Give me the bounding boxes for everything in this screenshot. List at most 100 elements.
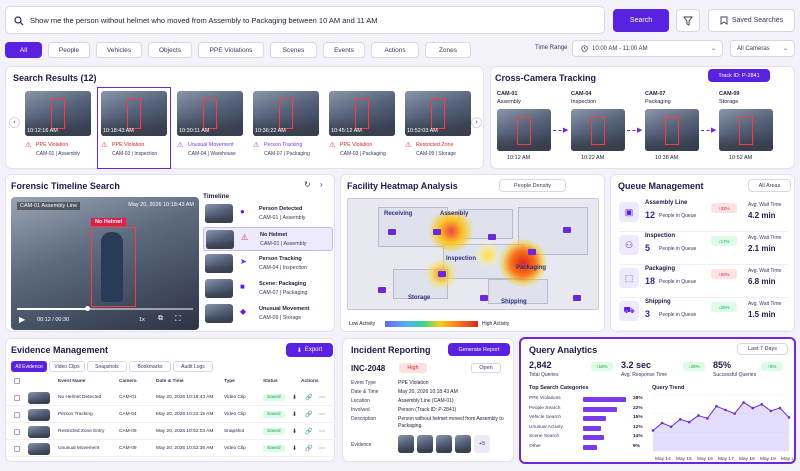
- queue-row[interactable]: ⬚ Packaging 18 People in Queue ↑ 50% Avg. Wai…: [619, 263, 788, 298]
- evidence-tab[interactable]: Snapshots: [87, 361, 127, 372]
- more-evidence-button[interactable]: +5: [474, 435, 490, 453]
- link-icon[interactable]: 🔗: [305, 411, 312, 418]
- more-icon[interactable]: ⋯: [319, 394, 325, 401]
- download-icon[interactable]: ⬇: [292, 394, 297, 401]
- results-prev-button[interactable]: ‹: [9, 117, 20, 128]
- search-button[interactable]: Search: [613, 9, 669, 32]
- timeline-item[interactable]: ■ Scene: Packaging CAM-07 | Packaging: [203, 277, 333, 301]
- queue-area-select[interactable]: All Areas: [748, 179, 791, 192]
- evidence-tab[interactable]: Bookmarks: [129, 361, 171, 372]
- search-bar[interactable]: Show me the person without helmet who mo…: [5, 6, 605, 34]
- result-thumbnail[interactable]: 10:36:22 AM: [253, 91, 319, 136]
- link-icon[interactable]: 🔗: [305, 394, 312, 401]
- more-icon[interactable]: ⋯: [319, 428, 325, 435]
- filter-tab-vehicles[interactable]: Vehicles: [96, 42, 142, 58]
- time-range-select[interactable]: 10:00 AM - 11:00 AM ⌄: [572, 40, 723, 57]
- filter-tab-zones[interactable]: Zones: [425, 42, 471, 58]
- result-thumbnail[interactable]: 10:12:16 AM: [25, 91, 91, 136]
- evidence-thumb[interactable]: [417, 435, 433, 453]
- evidence-row[interactable]: Unusual Movement CAM-09 May 20, 2026 10:52…: [6, 441, 336, 457]
- camera-marker-icon[interactable]: [488, 234, 496, 240]
- queue-row[interactable]: ⛟ Shipping 3 People in Queue ↓ 25% Avg. Wait …: [619, 296, 788, 331]
- filter-tab-ppe-violations[interactable]: PPE Violations: [198, 42, 264, 58]
- queue-row[interactable]: ⚇ Inspection 5 People in Queue ↓ 17% Avg. Wai…: [619, 230, 788, 265]
- camera-marker-icon[interactable]: [438, 271, 446, 277]
- result-card[interactable]: 10:12:16 AM ⚠ PPE Violation CAM-01 | Assemb…: [23, 89, 93, 167]
- camera-marker-icon[interactable]: [573, 295, 581, 301]
- timeline-item[interactable]: ◆ Unusual Movement CAM-09 | Storage: [203, 302, 333, 326]
- result-card[interactable]: 10:30:11 AM ⚠ Unusual Movement CAM-04 | War…: [175, 89, 245, 167]
- refresh-icon[interactable]: ↻: [304, 180, 311, 189]
- video-scrubber[interactable]: [17, 308, 193, 310]
- evidence-row[interactable]: No Helmet Detected CAM-01 May 20, 2026 10:…: [6, 390, 336, 406]
- evidence-row[interactable]: Person Tracking CAM-04 May 20, 2026 10:22:…: [6, 407, 336, 423]
- timeline-item[interactable]: ● Person Detected CAM-01 | Assembly: [203, 202, 333, 226]
- video-player[interactable]: No Helmet CAM-01 Assembly Line May 20, 2…: [11, 197, 199, 330]
- trend-point: [787, 416, 791, 419]
- filter-tab-people[interactable]: People: [48, 42, 90, 58]
- filter-tab-objects[interactable]: Objects: [148, 42, 192, 58]
- evidence-tab[interactable]: Video Clips: [49, 361, 85, 372]
- link-icon[interactable]: 🔗: [305, 428, 312, 435]
- evidence-tab[interactable]: All Evidence: [11, 361, 47, 372]
- camera-marker-icon[interactable]: [528, 249, 536, 255]
- search-query[interactable]: Show me the person without helmet who mo…: [30, 16, 378, 25]
- export-button[interactable]: ⬇ Export: [286, 343, 333, 357]
- evidence-row[interactable]: Restricted Zone Entry CAM-09 May 20, 2026 …: [6, 424, 336, 440]
- delta-value: 6%: [769, 364, 777, 369]
- track-thumbnail[interactable]: [719, 109, 773, 151]
- camera-marker-icon[interactable]: [433, 229, 441, 235]
- scrubber-handle[interactable]: [85, 306, 90, 311]
- filter-tab-all[interactable]: All: [5, 42, 42, 58]
- download-icon[interactable]: ⬇: [292, 411, 297, 418]
- row-checkbox[interactable]: [14, 411, 20, 418]
- result-card[interactable]: 10:52:03 AM ⚠ Restricted Zone CAM-09 | Stor…: [403, 89, 473, 167]
- more-icon[interactable]: ⋯: [319, 445, 325, 452]
- more-icon[interactable]: ⋯: [319, 411, 325, 418]
- row-checkbox[interactable]: [14, 445, 20, 452]
- chevron-right-icon[interactable]: ›: [320, 180, 323, 189]
- track-thumbnail[interactable]: [571, 109, 625, 151]
- play-icon[interactable]: ▶: [19, 315, 25, 324]
- track-thumbnail[interactable]: [645, 109, 699, 151]
- evidence-tab[interactable]: Audit Logs: [173, 361, 213, 372]
- download-icon[interactable]: ⬇: [292, 445, 297, 452]
- cameras-select[interactable]: All Cameras ⌄: [730, 40, 795, 57]
- result-thumbnail[interactable]: 10:52:03 AM: [405, 91, 471, 136]
- timeline-item[interactable]: ➤ Person Tracking CAM-04 | Inspection: [203, 252, 333, 276]
- track-thumbnail[interactable]: [497, 109, 551, 151]
- result-card[interactable]: 10:18:43 AM ⚠ PPE Violation CAM-03 | Inspec…: [97, 87, 171, 169]
- filter-button[interactable]: [676, 9, 700, 32]
- filter-tab-events[interactable]: Events: [323, 42, 365, 58]
- camera-marker-icon[interactable]: [480, 295, 488, 301]
- filter-tab-scenes[interactable]: Scenes: [270, 42, 317, 58]
- result-thumbnail[interactable]: 10:30:11 AM: [177, 91, 243, 136]
- evidence-thumb[interactable]: [398, 435, 414, 453]
- pip-icon[interactable]: ⧉: [158, 315, 163, 323]
- timeline-item[interactable]: ⚠ No Helmet CAM-01 | Assembly: [203, 227, 333, 251]
- queue-row[interactable]: ▣ Assembly Line 12 People in Queue ↑ 33% Avg.…: [619, 197, 788, 232]
- result-thumbnail[interactable]: 10:45:12 AM: [329, 91, 395, 136]
- analytics-range-select[interactable]: Last 7 Days: [737, 343, 788, 355]
- camera-marker-icon[interactable]: [378, 287, 386, 293]
- heatmap-metric-select[interactable]: People Density: [499, 179, 566, 192]
- camera-marker-icon[interactable]: [563, 227, 571, 233]
- row-checkbox[interactable]: [14, 428, 20, 435]
- link-icon[interactable]: 🔗: [305, 445, 312, 452]
- camera-marker-icon[interactable]: [388, 229, 396, 235]
- result-thumbnail[interactable]: 10:18:43 AM: [101, 91, 167, 136]
- saved-searches-button[interactable]: Saved Searches: [708, 9, 795, 32]
- download-icon[interactable]: ⬇: [292, 428, 297, 435]
- fullscreen-icon[interactable]: ⛶: [175, 314, 181, 324]
- row-checkbox[interactable]: [14, 394, 20, 401]
- evidence-thumb[interactable]: [436, 435, 452, 453]
- playback-speed[interactable]: 1x: [139, 317, 145, 323]
- result-card[interactable]: 10:45:12 AM ⚠ PPE Violation CAM-03 | Packag…: [327, 89, 397, 167]
- timeline-title: Scene: Packaging: [259, 281, 307, 287]
- generate-report-button[interactable]: Generate Report: [448, 343, 510, 356]
- select-all-checkbox[interactable]: [14, 378, 20, 384]
- result-card[interactable]: 10:36:22 AM ⚠ Person Tracking CAM-07 | Pack…: [251, 89, 321, 167]
- track-time: 10:52 AM: [729, 155, 753, 161]
- filter-tab-actions[interactable]: Actions: [371, 42, 419, 58]
- evidence-thumb[interactable]: [455, 435, 471, 453]
